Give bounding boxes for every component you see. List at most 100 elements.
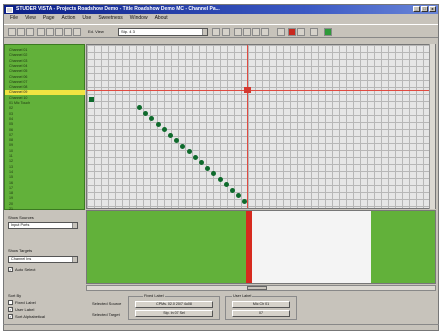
crosshair-cursor-cell[interactable] bbox=[244, 87, 251, 93]
target-label-column[interactable] bbox=[151, 243, 157, 283]
sort-alphabetical-checkbox[interactable]: ✓ bbox=[8, 314, 13, 319]
source-row[interactable]: 18 bbox=[9, 191, 13, 196]
source-row[interactable]: 12 bbox=[9, 159, 13, 164]
patch-connection-dot[interactable] bbox=[236, 193, 242, 198]
target-label-column[interactable] bbox=[116, 243, 122, 283]
source-row[interactable]: 08 bbox=[9, 138, 13, 143]
toolbar-prev-icon[interactable] bbox=[212, 28, 220, 36]
target-label-column[interactable] bbox=[347, 246, 353, 283]
target-label-column[interactable] bbox=[123, 243, 129, 283]
target-label-column[interactable] bbox=[410, 243, 416, 283]
source-row[interactable]: Channel 05 bbox=[9, 69, 27, 74]
patch-matrix-grid[interactable] bbox=[86, 44, 436, 209]
target-label-column[interactable] bbox=[389, 243, 395, 283]
target-label-column[interactable] bbox=[284, 246, 290, 283]
sort-user-label-radio[interactable]: ✓ bbox=[8, 307, 13, 312]
toolbar-forward-icon[interactable] bbox=[297, 28, 305, 36]
menu-use[interactable]: Use bbox=[82, 14, 91, 23]
chevron-down-icon[interactable] bbox=[202, 29, 207, 35]
target-label-column[interactable] bbox=[221, 243, 227, 283]
source-row[interactable]: Channel 06 bbox=[9, 75, 27, 80]
target-label-column[interactable] bbox=[368, 246, 374, 283]
toolbar-disconnect-icon[interactable] bbox=[288, 28, 296, 36]
patch-connection-dot[interactable] bbox=[192, 154, 198, 160]
user-source-field[interactable]: Mic Ch 01 bbox=[232, 301, 290, 308]
source-row[interactable]: 21 bbox=[9, 207, 13, 212]
menu-action[interactable]: Action bbox=[62, 14, 76, 23]
target-label-column[interactable] bbox=[424, 243, 430, 283]
source-row[interactable]: 14 bbox=[9, 170, 13, 175]
target-label-column[interactable] bbox=[305, 246, 311, 283]
source-row[interactable]: Channel 02 bbox=[9, 53, 27, 58]
target-label-column[interactable] bbox=[214, 243, 220, 283]
target-label-column[interactable] bbox=[298, 246, 304, 283]
patch-connection-dot[interactable] bbox=[205, 165, 211, 171]
patch-connection-dot[interactable] bbox=[149, 116, 155, 121]
target-label-column[interactable] bbox=[326, 246, 332, 283]
patch-connection-dot[interactable] bbox=[230, 187, 235, 193]
target-label-column[interactable] bbox=[354, 246, 360, 283]
scrollbar-thumb[interactable] bbox=[247, 286, 267, 290]
target-label-column[interactable] bbox=[235, 243, 241, 283]
menu-about[interactable]: About bbox=[155, 14, 168, 23]
target-label-column[interactable] bbox=[158, 243, 164, 283]
toolbar-paste-icon[interactable] bbox=[55, 28, 63, 36]
target-label-column[interactable] bbox=[249, 243, 255, 283]
target-label-column[interactable] bbox=[193, 243, 199, 283]
target-label-column[interactable] bbox=[333, 246, 339, 283]
fixed-source-field[interactable]: CPMs. 02.0 20/7 4u08 bbox=[135, 301, 213, 308]
menu-sweetness[interactable]: Sweetness bbox=[98, 14, 122, 23]
source-row[interactable]: Channel 07 bbox=[9, 80, 27, 85]
patch-connection-dot[interactable] bbox=[180, 143, 186, 149]
source-row[interactable]: 20 bbox=[9, 202, 13, 207]
patch-connection-dot[interactable] bbox=[168, 132, 173, 138]
show-sources-select[interactable]: Input Ports bbox=[8, 222, 78, 229]
target-label-column[interactable] bbox=[137, 243, 143, 283]
target-label-column[interactable] bbox=[200, 243, 206, 283]
target-label-column[interactable] bbox=[417, 243, 423, 283]
source-row[interactable]: Channel 01 bbox=[9, 48, 27, 53]
target-label-column[interactable] bbox=[144, 243, 150, 283]
toolbar-mode-icon[interactable] bbox=[310, 28, 318, 36]
toolbar-print-icon[interactable] bbox=[252, 28, 260, 36]
source-row[interactable]: 06 bbox=[9, 128, 13, 133]
target-label-column[interactable] bbox=[88, 243, 94, 283]
toolbar-open-icon[interactable] bbox=[17, 28, 25, 36]
target-label-column[interactable] bbox=[109, 243, 115, 283]
source-row[interactable]: 04 bbox=[9, 117, 13, 122]
menu-window[interactable]: Window bbox=[130, 14, 148, 23]
target-label-column[interactable] bbox=[361, 246, 367, 283]
chevron-down-icon[interactable] bbox=[72, 257, 77, 262]
source-row[interactable]: 11 bbox=[9, 154, 13, 159]
source-row[interactable]: 02 bbox=[9, 106, 13, 111]
target-label-column[interactable] bbox=[130, 243, 136, 283]
sort-fixed-label-radio[interactable] bbox=[8, 300, 13, 305]
title-bar[interactable]: STUDER VISTA - Projects Roadshow Demo - … bbox=[4, 5, 438, 14]
fixed-target-field[interactable]: Stp. In 07 Sel bbox=[135, 310, 213, 317]
source-row[interactable]: 17 bbox=[9, 186, 13, 191]
target-label-column[interactable] bbox=[242, 243, 248, 283]
menu-view[interactable]: View bbox=[25, 14, 36, 23]
target-label-column[interactable] bbox=[165, 243, 171, 283]
target-label-column[interactable] bbox=[186, 243, 192, 283]
patch-connection-dot[interactable] bbox=[89, 97, 94, 102]
patch-connection-dot[interactable] bbox=[161, 127, 167, 132]
toolbar-copy-icon[interactable] bbox=[46, 28, 54, 36]
menu-file[interactable]: File bbox=[10, 14, 18, 23]
source-row[interactable]: Channel 08 bbox=[9, 85, 27, 90]
target-label-column[interactable] bbox=[207, 243, 213, 283]
vertical-scrollbar[interactable] bbox=[429, 44, 435, 209]
toolbar-back-icon[interactable] bbox=[277, 28, 285, 36]
patch-connection-dot[interactable] bbox=[223, 182, 229, 187]
target-label-column[interactable] bbox=[102, 243, 108, 283]
source-row[interactable]: 05 bbox=[9, 122, 13, 127]
target-label-column[interactable] bbox=[382, 243, 388, 283]
minimize-button[interactable]: _ bbox=[413, 6, 420, 12]
toolbar-cut-icon[interactable] bbox=[37, 28, 45, 36]
toolbar-save-icon[interactable] bbox=[26, 28, 34, 36]
target-label-column[interactable] bbox=[340, 246, 346, 283]
target-label-column[interactable] bbox=[396, 243, 402, 283]
patch-connection-dot[interactable] bbox=[199, 160, 204, 165]
target-label-column[interactable] bbox=[172, 243, 178, 283]
toolbar-connect-icon[interactable] bbox=[324, 28, 332, 36]
